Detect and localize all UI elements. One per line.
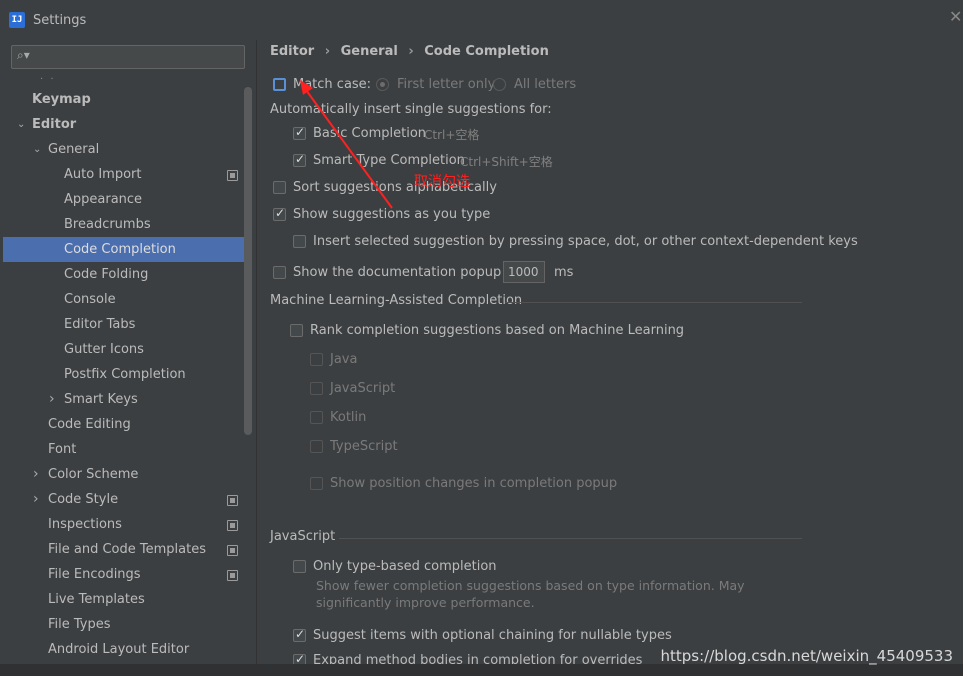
annotation-arrow	[300, 80, 393, 209]
annotation-arrow-head	[300, 80, 313, 95]
annotation-arrow-line	[305, 89, 393, 209]
annotation-text: 取消勾选	[414, 174, 470, 190]
dialog-bottom-strip	[0, 664, 963, 676]
watermark: https://blog.csdn.net/weixin_45409533	[660, 647, 953, 665]
